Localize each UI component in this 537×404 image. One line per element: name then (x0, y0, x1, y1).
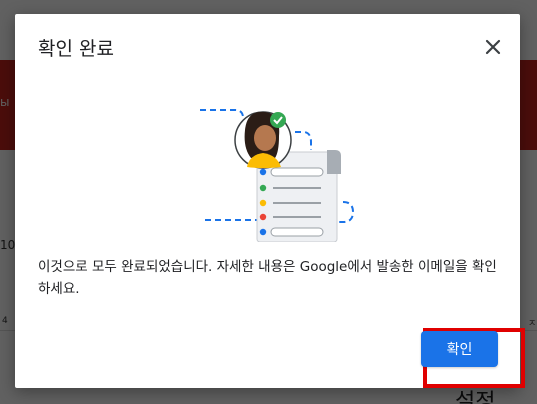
email-confirmation-illustration (200, 109, 355, 242)
dialog-message: 이것으로 모두 완료되었습니다. 자세한 내용은 Google에서 발송한 이메… (38, 259, 497, 297)
close-button[interactable] (480, 34, 506, 60)
close-icon (485, 39, 501, 55)
dialog-title: 확인 완료 (38, 38, 114, 60)
confirm-button[interactable]: 확인 (421, 331, 498, 367)
confirmation-dialog: 확인 완료 이것으로 모두 완료되었습니다. 자세한 내용은 Google에서 … (15, 14, 525, 388)
